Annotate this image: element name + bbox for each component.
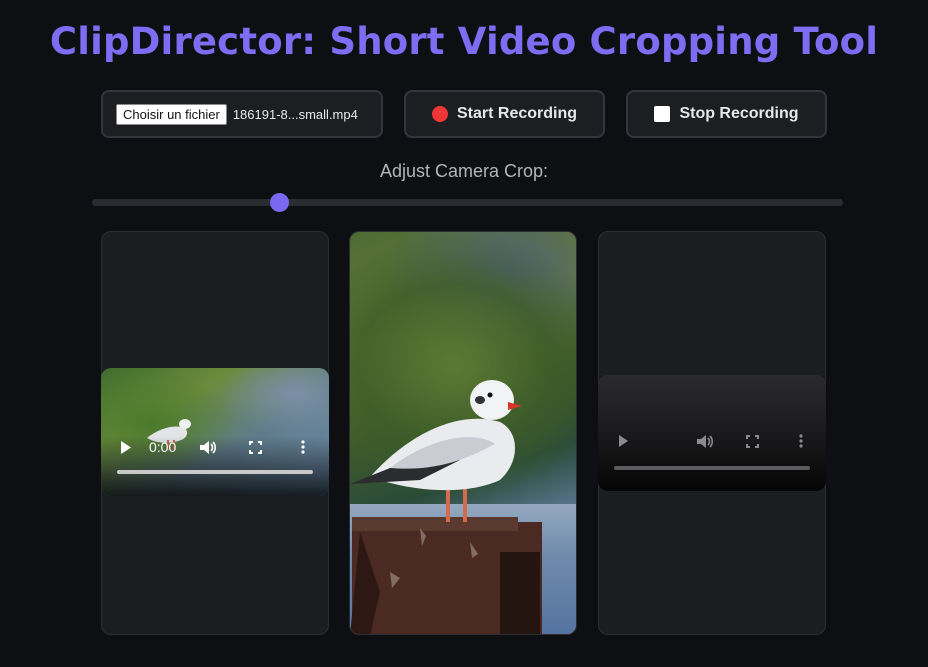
crop-label: Adjust Camera Crop: bbox=[379, 161, 549, 181]
stop-square-icon bbox=[654, 106, 671, 122]
volume-icon[interactable] bbox=[199, 440, 217, 455]
right-progress-bar[interactable] bbox=[614, 466, 810, 470]
file-name-label: 186191-8...small.mp4 bbox=[232, 106, 358, 122]
play-icon[interactable] bbox=[120, 441, 132, 454]
file-input[interactable]: Choisir un fichier 186191-8...small.mp4 bbox=[101, 90, 383, 138]
left-video-player[interactable]: 0:00 bbox=[101, 368, 329, 496]
more-options-icon[interactable] bbox=[799, 434, 803, 448]
left-progress-bar[interactable] bbox=[117, 470, 313, 474]
fullscreen-icon[interactable] bbox=[249, 441, 262, 454]
center-camera-preview bbox=[349, 231, 577, 635]
play-icon[interactable] bbox=[618, 435, 629, 447]
crop-slider-thumb[interactable] bbox=[270, 193, 290, 212]
left-player-controls: 0:00 bbox=[101, 435, 329, 459]
fullscreen-icon[interactable] bbox=[746, 435, 759, 448]
right-video-player[interactable] bbox=[598, 375, 826, 491]
stop-recording-button[interactable]: Stop Recording bbox=[626, 90, 827, 138]
volume-icon[interactable] bbox=[696, 434, 714, 449]
crop-slider-track[interactable] bbox=[92, 199, 843, 206]
more-options-icon[interactable] bbox=[301, 440, 305, 454]
stop-recording-label: Stop Recording bbox=[679, 105, 799, 122]
choose-file-button[interactable]: Choisir un fichier bbox=[116, 103, 227, 125]
seagull-illustration bbox=[350, 380, 542, 634]
start-recording-label: Start Recording bbox=[456, 105, 577, 122]
page-title: ClipDirector: Short Video Cropping Tool bbox=[49, 20, 879, 63]
current-time: 0:00 bbox=[149, 439, 177, 455]
record-dot-icon bbox=[431, 106, 448, 122]
start-recording-button[interactable]: Start Recording bbox=[404, 90, 605, 138]
